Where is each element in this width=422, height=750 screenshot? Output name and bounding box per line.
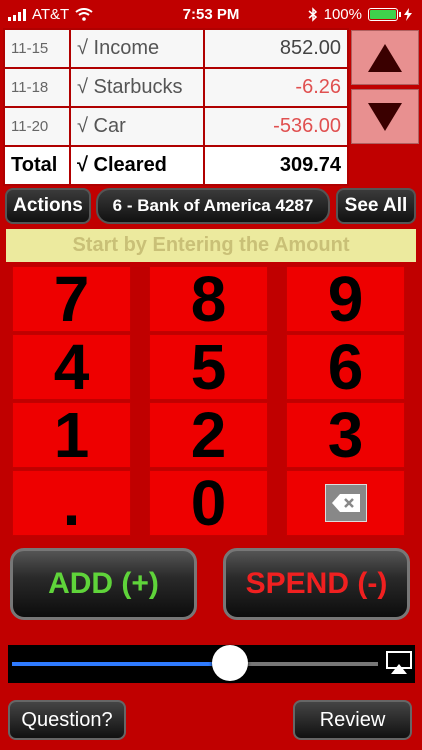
arrow-down-icon <box>368 102 402 131</box>
key-5[interactable]: 5 <box>149 331 268 403</box>
table-row[interactable]: 11-20 √ Car -536.00 <box>3 106 349 147</box>
transaction-table: 11-15 √ Income 852.00 11-18 √ Starbucks … <box>3 28 349 186</box>
tx-amount: 852.00 <box>203 28 349 69</box>
table-row[interactable]: 11-15 √ Income 852.00 <box>3 28 349 69</box>
amount-hint: Start by Entering the Amount <box>6 229 416 262</box>
spend-button[interactable]: SPEND (-) <box>223 548 410 620</box>
total-row: Total √ Cleared 309.74 <box>3 145 349 186</box>
tx-date: 11-18 <box>3 67 71 108</box>
tx-amount: -536.00 <box>203 106 349 147</box>
status-right: 100% <box>308 6 412 23</box>
backspace-icon <box>324 484 367 522</box>
key-backspace[interactable] <box>286 470 405 536</box>
account-selector[interactable]: 6 - Bank of America 4287 <box>96 188 330 224</box>
tx-amount: -6.26 <box>203 67 349 108</box>
amount-slider[interactable] <box>8 645 415 683</box>
key-0[interactable]: 0 <box>149 467 268 539</box>
tx-date: 11-20 <box>3 106 71 147</box>
slider-track-filled <box>12 662 234 666</box>
battery-icon <box>368 8 401 21</box>
scroll-up-button[interactable] <box>351 30 419 85</box>
tx-date: 11-15 <box>3 28 71 69</box>
key-3[interactable]: 3 <box>286 399 405 471</box>
slider-thumb[interactable] <box>212 645 248 681</box>
actions-button[interactable]: Actions <box>5 188 91 224</box>
key-9[interactable]: 9 <box>286 263 405 335</box>
tx-description: √ Car <box>69 106 205 147</box>
total-description: √ Cleared <box>69 145 205 186</box>
add-button[interactable]: ADD (+) <box>10 548 197 620</box>
total-label: Total <box>3 145 71 186</box>
charging-icon <box>404 8 412 21</box>
review-button[interactable]: Review <box>293 700 412 740</box>
scroll-down-button[interactable] <box>351 89 419 144</box>
slider-track <box>234 662 378 666</box>
bluetooth-icon <box>308 7 317 22</box>
see-all-button[interactable]: See All <box>336 188 416 224</box>
tx-description: √ Income <box>69 28 205 69</box>
key-7[interactable]: 7 <box>12 263 131 335</box>
battery-percent: 100% <box>323 6 362 23</box>
table-row[interactable]: 11-18 √ Starbucks -6.26 <box>3 67 349 108</box>
keypad: 7 8 9 4 5 6 1 2 3 . 0 <box>12 263 408 539</box>
airplay-icon[interactable] <box>386 651 412 675</box>
key-1[interactable]: 1 <box>12 399 131 471</box>
total-amount: 309.74 <box>203 145 349 186</box>
key-decimal[interactable]: . <box>12 467 131 539</box>
key-6[interactable]: 6 <box>286 331 405 403</box>
key-4[interactable]: 4 <box>12 331 131 403</box>
key-8[interactable]: 8 <box>149 263 268 335</box>
key-2[interactable]: 2 <box>149 399 268 471</box>
arrow-up-icon <box>368 43 402 72</box>
tx-description: √ Starbucks <box>69 67 205 108</box>
status-bar: AT&T 7:53 PM 100% <box>0 0 422 30</box>
question-button[interactable]: Question? <box>8 700 126 740</box>
